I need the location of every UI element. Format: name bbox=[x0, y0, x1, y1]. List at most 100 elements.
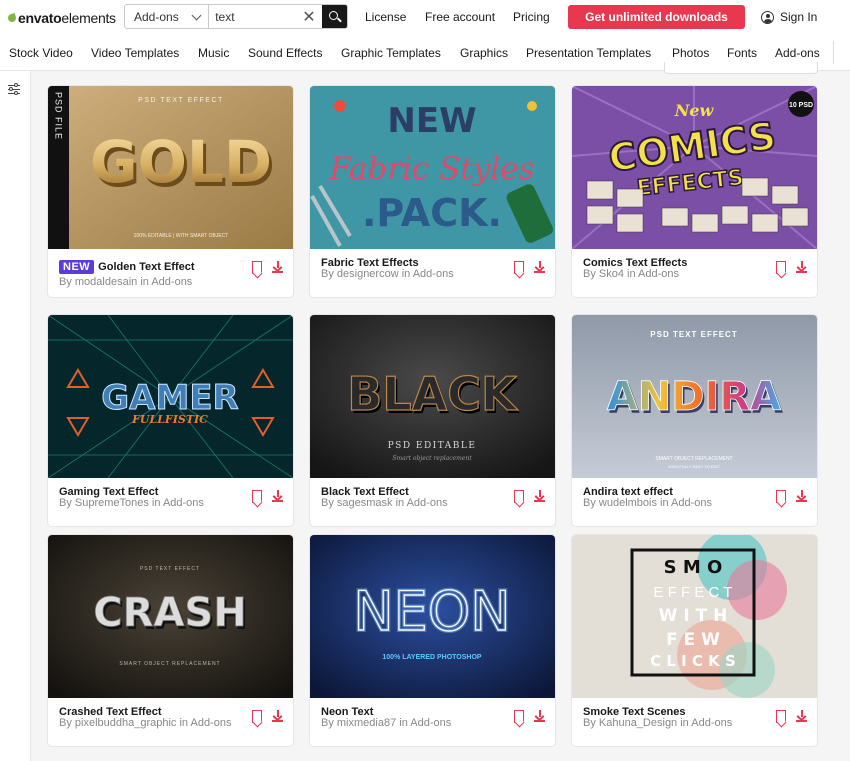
bookmark-icon[interactable] bbox=[776, 490, 786, 503]
envato-elements-logo[interactable]: envato elements bbox=[6, 10, 116, 26]
art-big-text: ANDIRA bbox=[607, 374, 781, 420]
item-author[interactable]: By modaldesain in Add-ons bbox=[59, 277, 249, 288]
sort-dropdown[interactable] bbox=[664, 62, 818, 74]
license-link[interactable]: License bbox=[365, 10, 406, 24]
download-icon[interactable] bbox=[272, 490, 283, 503]
art-row1: S M O bbox=[664, 557, 723, 578]
get-unlimited-downloads-button[interactable]: Get unlimited downloads bbox=[568, 5, 745, 29]
item-card[interactable]: GAMER FULLFISTIC Gaming Text Effect By S… bbox=[48, 315, 293, 526]
art-sub2-text: Smart object replacement bbox=[392, 455, 472, 462]
pricing-link[interactable]: Pricing bbox=[513, 10, 550, 24]
search-input[interactable] bbox=[209, 5, 297, 28]
item-thumbnail[interactable]: S M O E F F E C T W I T H F E W C L I C … bbox=[572, 535, 817, 698]
download-icon[interactable] bbox=[534, 261, 545, 274]
bookmark-icon[interactable] bbox=[776, 261, 786, 274]
item-meta: Black Text Effect By sagesmask in Add-on… bbox=[310, 478, 555, 526]
nav-fonts[interactable]: Fonts bbox=[727, 46, 757, 60]
search-category-select[interactable]: Add-ons bbox=[125, 5, 210, 28]
item-thumbnail[interactable]: BLACK BLACK PSD EDITABLE Smart object re… bbox=[310, 315, 555, 478]
art-sub-text: SMART OBJECT REPLACEMENT bbox=[119, 661, 220, 667]
bookmark-icon[interactable] bbox=[252, 261, 262, 274]
art-row4: F E W bbox=[666, 630, 720, 650]
item-card[interactable]: New COMICS EFFECTS 10 PSD Comics Text Ef… bbox=[572, 86, 817, 297]
nav-video-templates[interactable]: Video Templates bbox=[91, 46, 179, 60]
logo-text-bold: envato bbox=[18, 10, 62, 26]
download-icon[interactable] bbox=[534, 710, 545, 723]
item-card[interactable]: PSD TEXT EFFECT CRASH CRASH SMART OBJECT… bbox=[48, 535, 293, 746]
art-big-text: NEON bbox=[353, 580, 510, 643]
download-icon[interactable] bbox=[796, 490, 807, 503]
item-author[interactable]: By mixmedia87 in Add-ons bbox=[321, 718, 511, 729]
art-top-text: PSD TEXT EFFECT bbox=[138, 97, 224, 104]
item-author[interactable]: By pixelbuddha_graphic in Add-ons bbox=[59, 718, 249, 729]
item-meta: Fabric Text Effects By designercow in Ad… bbox=[310, 249, 555, 297]
item-meta: Gaming Text Effect By SupremeTones in Ad… bbox=[48, 478, 293, 526]
download-icon[interactable] bbox=[272, 710, 283, 723]
art-sub2-text: 100% FULLY EASY TO EDIT bbox=[668, 464, 720, 469]
item-card[interactable]: BLACK BLACK PSD EDITABLE Smart object re… bbox=[310, 315, 555, 526]
item-meta: Comics Text Effects By Sko4 in Add-ons bbox=[572, 249, 817, 297]
top-header: envatoelements Add-ons ✕ License Free ac… bbox=[0, 0, 850, 34]
item-card[interactable]: PSD FILE PSD TEXT EFFECT GOLD GOLD 100% … bbox=[48, 86, 293, 297]
nav-stock-video[interactable]: Stock Video bbox=[9, 46, 73, 60]
art-line1: NEW bbox=[387, 101, 476, 141]
bookmark-icon[interactable] bbox=[514, 710, 524, 723]
item-title-text: Golden Text Effect bbox=[98, 261, 195, 273]
bookmark-icon[interactable] bbox=[776, 710, 786, 723]
nav-music[interactable]: Music bbox=[198, 46, 229, 60]
item-thumbnail[interactable]: NEON NEON 100% LAYERED PHOTOSHOP bbox=[310, 535, 555, 698]
item-author[interactable]: By SupremeTones in Add-ons bbox=[59, 498, 249, 509]
item-author[interactable]: By wudelmbois in Add-ons bbox=[583, 498, 773, 509]
art-sub-text: 100% LAYERED PHOTOSHOP bbox=[382, 654, 482, 661]
item-thumbnail[interactable]: PSD FILE PSD TEXT EFFECT GOLD GOLD 100% … bbox=[48, 86, 293, 249]
search-button[interactable] bbox=[321, 5, 347, 28]
item-card[interactable]: PSD TEXT EFFECT ANDIRA ANDIRA SMART OBJE… bbox=[572, 315, 817, 526]
art-sub-text: PSD EDITABLE bbox=[388, 441, 477, 451]
item-thumbnail[interactable]: New COMICS EFFECTS 10 PSD bbox=[572, 86, 817, 249]
free-account-link[interactable]: Free account bbox=[425, 10, 495, 24]
sign-in-link[interactable]: Sign In bbox=[761, 10, 817, 24]
nav-graphic-templates[interactable]: Graphic Templates bbox=[341, 46, 441, 60]
item-card[interactable]: S M O E F F E C T W I T H F E W C L I C … bbox=[572, 535, 817, 746]
clear-search-icon[interactable]: ✕ bbox=[296, 5, 321, 28]
item-card[interactable]: NEW Fabric Styles .PACK. Fabric Text Eff… bbox=[310, 86, 555, 297]
art-big-text: GOLD bbox=[90, 128, 272, 196]
bookmark-icon[interactable] bbox=[252, 490, 262, 503]
art-row5: C L I C K S bbox=[650, 652, 736, 670]
nav-add-ons[interactable]: Add-ons bbox=[775, 46, 820, 60]
sign-in-label: Sign In bbox=[780, 10, 818, 24]
download-icon[interactable] bbox=[796, 710, 807, 723]
item-card[interactable]: NEON NEON 100% LAYERED PHOTOSHOP Neon Te… bbox=[310, 535, 555, 746]
bookmark-icon[interactable] bbox=[252, 710, 262, 723]
item-author[interactable]: By designercow in Add-ons bbox=[321, 269, 511, 280]
item-meta: NEW Golden Text Effect By modaldesain in … bbox=[48, 249, 293, 297]
art-row2: E F F E C T bbox=[654, 584, 733, 601]
item-thumbnail[interactable]: PSD TEXT EFFECT ANDIRA ANDIRA SMART OBJE… bbox=[572, 315, 817, 478]
nav-divider bbox=[833, 41, 834, 64]
nav-photos[interactable]: Photos bbox=[672, 46, 709, 60]
item-thumbnail[interactable]: PSD TEXT EFFECT CRASH CRASH SMART OBJECT… bbox=[48, 535, 293, 698]
nav-sound-effects[interactable]: Sound Effects bbox=[248, 46, 323, 60]
nav-presentation-templates[interactable]: Presentation Templates bbox=[526, 46, 651, 60]
search-bar: Add-ons ✕ bbox=[124, 4, 348, 29]
bookmark-icon[interactable] bbox=[514, 490, 524, 503]
item-author[interactable]: By Kahuna_Design in Add-ons bbox=[583, 718, 773, 729]
download-icon[interactable] bbox=[796, 261, 807, 274]
item-thumbnail[interactable]: GAMER FULLFISTIC bbox=[48, 315, 293, 478]
filter-sliders-icon[interactable] bbox=[8, 83, 20, 95]
item-author[interactable]: By sagesmask in Add-ons bbox=[321, 498, 511, 509]
download-icon[interactable] bbox=[272, 261, 283, 274]
download-icon[interactable] bbox=[534, 490, 545, 503]
item-meta: Crashed Text Effect By pixelbuddha_graph… bbox=[48, 698, 293, 746]
art-line3: .PACK. bbox=[362, 191, 502, 235]
item-thumbnail[interactable]: NEW Fabric Styles .PACK. bbox=[310, 86, 555, 249]
item-author[interactable]: By Sko4 in Add-ons bbox=[583, 269, 773, 280]
bookmark-icon[interactable] bbox=[514, 261, 524, 274]
art-sub-text: FULLFISTIC bbox=[131, 413, 208, 426]
item-meta: Smoke Text Scenes By Kahuna_Design in Ad… bbox=[572, 698, 817, 746]
item-title[interactable]: NEW Golden Text Effect bbox=[59, 260, 244, 274]
item-meta: Neon Text By mixmedia87 in Add-ons bbox=[310, 698, 555, 746]
nav-graphics[interactable]: Graphics bbox=[460, 46, 508, 60]
art-big-text: GAMER bbox=[101, 378, 238, 418]
search-icon bbox=[328, 11, 338, 20]
